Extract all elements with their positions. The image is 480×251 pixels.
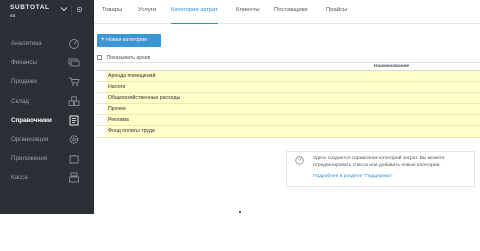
speedometer-icon — [69, 39, 79, 49]
register-icon — [69, 172, 79, 183]
sidebar-item-organization[interactable]: Организация — [0, 130, 94, 149]
table-body: Аренда помещений Налоги Общехозяйственны… — [97, 71, 480, 138]
sidebar-item-label: Справочники — [11, 116, 52, 124]
book-icon — [69, 115, 79, 126]
sidebar-item-label: Склад — [11, 97, 29, 105]
sidebar-item-cashbox[interactable]: Касса — [0, 168, 94, 187]
sidebar-item-finance[interactable]: Финансы — [0, 53, 94, 72]
support-link[interactable]: Подробнее в разделе "Поддержка". — [313, 174, 394, 179]
gear-icon — [69, 135, 79, 144]
column-header-name[interactable]: Наименование — [374, 64, 409, 69]
sidebar-item-label: Приложения — [11, 155, 48, 163]
sidebar-item-label: Продажи — [11, 78, 37, 86]
table-row[interactable]: Прочее — [97, 104, 480, 116]
tab-clients[interactable]: Клиенты — [236, 0, 260, 24]
tab-bar: Товары Услуги Категории затрат Клиенты П… — [94, 0, 480, 24]
sidebar-item-warehouse[interactable]: Склад — [0, 92, 94, 111]
tab-suppliers[interactable]: Поставщики — [274, 0, 308, 24]
boxes-icon — [68, 95, 80, 106]
tab-expense-categories[interactable]: Категории затрат — [171, 0, 218, 24]
cart-icon — [69, 77, 80, 87]
tab-price-lists[interactable]: Прайсы — [326, 0, 347, 24]
show-archive-label: Показывать архив — [106, 55, 151, 61]
brand-user: s4 — [10, 13, 16, 18]
sidebar-item-label: Организация — [11, 135, 49, 143]
svg-text:?: ? — [298, 158, 301, 164]
tab-products[interactable]: Товары — [102, 0, 122, 24]
question-icon: ? — [295, 156, 304, 165]
chevron-down-icon[interactable] — [60, 6, 68, 12]
table-header: Наименование — [97, 62, 480, 71]
sidebar: SUBTOTAL s4 Аналитика Финансы Продажи Ск… — [0, 0, 94, 214]
plus-icon: + — [101, 37, 105, 43]
table-row[interactable]: Налоги — [97, 82, 480, 94]
table-row[interactable]: Общехозяйственные расходы — [97, 93, 480, 105]
sidebar-item-references[interactable]: Справочники — [0, 110, 94, 130]
table-row[interactable]: Аренда помещений — [97, 71, 480, 83]
new-category-label: Новая категория — [106, 37, 147, 43]
help-info-box: ? Здесь создается справочник категорий з… — [286, 151, 475, 187]
sidebar-item-analytics[interactable]: Аналитика — [0, 34, 94, 53]
sidebar-item-label: Аналитика — [11, 40, 42, 47]
sidebar-footer — [0, 214, 94, 251]
sidebar-item-label: Финансы — [11, 59, 37, 67]
table-row[interactable]: Реклама — [97, 115, 480, 127]
gear-icon[interactable] — [76, 6, 83, 13]
sidebar-item-label: Касса — [11, 174, 28, 182]
tab-services[interactable]: Услуги — [138, 0, 156, 24]
sidebar-item-sales[interactable]: Продажи — [0, 72, 94, 91]
sidebar-item-apps[interactable]: Приложения — [0, 149, 94, 168]
help-text: Здесь создается справочник категорий зат… — [313, 156, 445, 168]
new-category-button[interactable]: + Новая категория — [97, 34, 161, 47]
brand-divider — [71, 5, 72, 15]
table-row[interactable]: Фонд оплаты труда — [97, 126, 480, 138]
brand[interactable]: SUBTOTAL s4 — [0, 0, 94, 24]
expense-categories-table: Наименование Аренда помещений Налоги Общ… — [97, 62, 480, 138]
money-icon — [68, 58, 80, 67]
show-archive-checkbox[interactable] — [97, 55, 102, 60]
puzzle-icon — [69, 155, 79, 164]
cursor-dot — [239, 211, 241, 213]
sidebar-nav: Аналитика Финансы Продажи Склад Справочн… — [0, 34, 94, 188]
